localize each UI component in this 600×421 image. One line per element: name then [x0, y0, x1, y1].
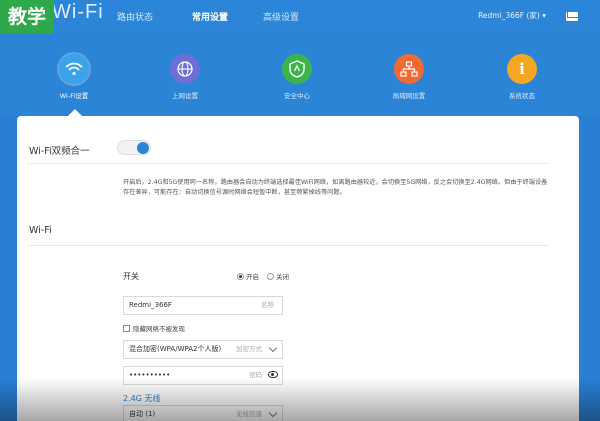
tab-internet-settings[interactable]: 上网设置	[155, 54, 215, 100]
radio-off-label: 关闭	[276, 273, 289, 281]
radio-off[interactable]: 关闭	[267, 271, 289, 281]
radio-on[interactable]: 开启	[237, 271, 259, 281]
divider	[29, 163, 549, 164]
user-menu[interactable]: Redmi_366F (家) ▾	[478, 10, 546, 21]
tab-label: 上网设置	[172, 92, 198, 100]
hide-network-checkbox[interactable]: 隐藏网络不被发现	[123, 323, 185, 333]
router-name: Redmi_366F	[478, 11, 525, 20]
shield-icon	[282, 54, 312, 84]
chevron-down-icon: ▾	[542, 11, 546, 20]
dual-band-description: 开启后，2.4G和5G使用同一名称，路由器会自动为终端选择最佳WiFi网络，如离…	[123, 179, 548, 196]
network-icon	[394, 54, 424, 84]
radio-dot	[267, 272, 274, 280]
tab-label: 局域网设置	[392, 92, 426, 100]
settings-nav: Wi-Fi设置 上网设置 安全中心 局域网设置 i 系统状态	[0, 40, 600, 116]
wifi-icon	[59, 54, 89, 84]
chevron-down-icon	[268, 343, 278, 353]
switch-label: 开关	[123, 272, 139, 281]
tab-wifi-settings[interactable]: Wi-Fi设置	[44, 54, 104, 100]
nav-advanced-settings[interactable]: 高级设置	[263, 10, 299, 23]
active-tab-pointer	[68, 109, 82, 116]
tab-label: 系统状态	[509, 92, 535, 100]
top-bar: Wi-Fi 教学 路由状态 常用设置 高级设置 Redmi_366F (家) ▾	[0, 0, 600, 40]
ssid-hint: 名称	[261, 301, 274, 309]
nav-common-settings[interactable]: 常用设置	[192, 10, 228, 23]
hide-network-label: 隐藏网络不被发现	[133, 325, 185, 333]
channel-hint: 无线信道	[236, 410, 262, 418]
password-value: ••••••••••	[129, 371, 171, 379]
wifi-section-title: Wi-Fi	[29, 225, 52, 236]
wifi-switch-radios: 开启 关闭	[237, 271, 289, 281]
dual-band-toggle[interactable]	[117, 140, 151, 155]
band-options-title: 2.4G 无线	[123, 394, 161, 403]
radio-dot	[237, 272, 244, 280]
logo: Wi-Fi	[52, 1, 104, 23]
ssid-input[interactable]: Redmi_366F 名称	[123, 296, 283, 315]
radio-on-label: 开启	[246, 273, 259, 281]
tab-system-status[interactable]: i 系统状态	[492, 54, 552, 100]
toggle-knob	[137, 142, 149, 154]
ssid-value: Redmi_366F	[129, 301, 172, 309]
encryption-select[interactable]: 混合加密(WPA/WPA2个人版) 加密方式	[123, 340, 283, 359]
dual-band-title: Wi-Fi双频合一	[29, 146, 90, 157]
tutorial-badge: 教学	[0, 0, 54, 34]
divider	[29, 245, 549, 246]
channel-value: 自动 (1)	[129, 410, 156, 418]
mail-icon[interactable]	[566, 12, 578, 21]
settings-panel	[17, 116, 579, 421]
tab-security-center[interactable]: 安全中心	[267, 54, 327, 100]
tab-label: 安全中心	[284, 92, 310, 100]
eye-icon[interactable]	[268, 371, 278, 378]
router-suffix: (家)	[526, 11, 540, 20]
globe-icon	[170, 54, 200, 84]
encryption-hint: 加密方式	[236, 345, 262, 353]
tab-label: Wi-Fi设置	[59, 92, 89, 100]
channel-select[interactable]: 自动 (1) 无线信道	[123, 405, 283, 421]
chevron-down-icon	[268, 408, 278, 418]
info-icon: i	[507, 54, 537, 84]
nav-route-status[interactable]: 路由状态	[117, 10, 153, 23]
encryption-value: 混合加密(WPA/WPA2个人版)	[129, 345, 222, 353]
checkbox-box	[123, 324, 130, 332]
password-input[interactable]: •••••••••• 密码	[123, 366, 283, 385]
tab-lan-settings[interactable]: 局域网设置	[379, 54, 439, 100]
password-hint: 密码	[249, 371, 262, 379]
